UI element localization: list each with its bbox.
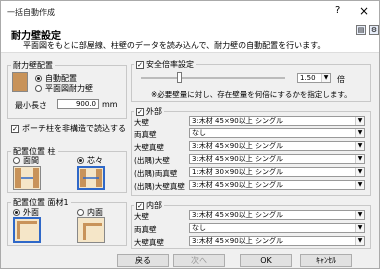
- porch-checkbox[interactable]: ✓ ポーチ柱を非構造で読込する: [11, 123, 126, 134]
- interior-row-label: 大壁真壁: [134, 238, 164, 247]
- face-diagram-icon: [83, 223, 102, 240]
- interior-select[interactable]: 3:木材 45×90以上 シングル ▼: [189, 236, 365, 246]
- radio-indicator[interactable]: [13, 157, 20, 164]
- outer-face-image: [13, 217, 41, 243]
- face-between-image: [13, 166, 41, 190]
- exterior-row-label: (出隅)両真壁: [134, 169, 178, 178]
- next-button[interactable]: 次へ: [173, 254, 225, 267]
- chevron-down-icon[interactable]: ▼: [355, 224, 364, 232]
- interior-select[interactable]: 3:木材 45×90以上 シングル ▼: [189, 210, 365, 220]
- title-bar: 一括自動作成 ? ×: [1, 1, 379, 23]
- radio-indicator[interactable]: [13, 209, 20, 216]
- checkbox-indicator[interactable]: ✓: [136, 201, 144, 210]
- exterior-row-label: 大壁真壁: [134, 143, 164, 152]
- floorplan-wall-radio[interactable]: 平面図耐力壁: [35, 83, 93, 94]
- safety-note: ※必要壁量に対し、存在壁量を何倍にするかを指定します。: [151, 90, 352, 99]
- safety-unit: 倍: [337, 75, 345, 84]
- exterior-row-label: (出隅)大壁真壁: [134, 182, 185, 191]
- chevron-down-icon[interactable]: ▼: [355, 237, 364, 245]
- close-icon[interactable]: ×: [359, 4, 369, 18]
- face-diagram-icon: [17, 221, 37, 239]
- chevron-down-icon[interactable]: ▼: [355, 181, 364, 189]
- checkbox-indicator[interactable]: ✓: [11, 124, 19, 133]
- exterior-row-label: 大壁: [134, 118, 149, 127]
- safety-checkbox[interactable]: ✓ 安全倍率設定: [134, 59, 196, 70]
- face-between-radio[interactable]: 面間: [13, 155, 39, 166]
- help-icon[interactable]: ?: [335, 5, 340, 16]
- chevron-down-icon[interactable]: ▼: [355, 142, 364, 150]
- min-length-input[interactable]: 900.0: [57, 99, 99, 109]
- exterior-select[interactable]: 3:木材 45×90以上 シングル ▼: [189, 180, 365, 190]
- safety-value-select[interactable]: 1.50 ▼: [297, 73, 331, 83]
- interior-checkbox[interactable]: ✓ 内部: [134, 200, 164, 211]
- exterior-select[interactable]: なし ▼: [189, 128, 365, 138]
- gear-icon[interactable]: ⚙: [369, 25, 379, 35]
- chevron-down-icon[interactable]: ▼: [321, 74, 330, 82]
- cancel-button[interactable]: ｷｬﾝｾﾙ: [300, 254, 352, 267]
- checkbox-indicator[interactable]: ✓: [136, 107, 144, 116]
- dialog-window: 一括自動作成 ? × 耐力壁設定 平面図をもとに部屋線、柱壁のデータを読み込んで…: [0, 0, 380, 269]
- safety-slider-thumb[interactable]: [177, 72, 182, 83]
- chevron-down-icon[interactable]: ▼: [355, 155, 364, 163]
- core-to-core-image: [77, 166, 105, 190]
- exterior-row-label: 両真壁: [134, 130, 157, 139]
- core-to-core-radio[interactable]: 芯々: [77, 155, 103, 166]
- exterior-select[interactable]: 1:木材 30×90以上 シングル ▼: [189, 167, 365, 177]
- checkbox-indicator[interactable]: ✓: [136, 60, 144, 69]
- radio-indicator[interactable]: [77, 157, 84, 164]
- interior-row-label: 大壁: [134, 212, 149, 221]
- page-description: 平面図をもとに部屋線、柱壁のデータを読み込んで、耐力壁の自動配置を行います。: [23, 41, 326, 50]
- window-title: 一括自動作成: [7, 8, 55, 17]
- dialog-header: 耐力壁設定 平面図をもとに部屋線、柱壁のデータを読み込んで、耐力壁の自動配置を行…: [1, 23, 379, 53]
- radio-indicator[interactable]: [35, 75, 42, 82]
- back-button[interactable]: 戻る: [117, 254, 169, 267]
- exterior-checkbox[interactable]: ✓ 外部: [134, 106, 164, 117]
- chevron-down-icon[interactable]: ▼: [355, 129, 364, 137]
- chevron-down-icon[interactable]: ▼: [355, 168, 364, 176]
- exterior-row-label: (出隅)大壁: [134, 156, 170, 165]
- inner-face-image: [77, 217, 105, 243]
- header-icons: ▤ ⚙: [356, 25, 379, 35]
- min-length-unit: mm: [102, 100, 118, 109]
- column-diagram-icon: [15, 168, 39, 188]
- wall-placement-legend: 耐力壁配置: [11, 60, 55, 71]
- interior-select[interactable]: なし ▼: [189, 223, 365, 233]
- radio-indicator[interactable]: [35, 85, 42, 92]
- chevron-down-icon[interactable]: ▼: [355, 117, 364, 125]
- ok-button[interactable]: OK: [240, 254, 292, 267]
- radio-indicator[interactable]: [77, 209, 84, 216]
- column-diagram-icon: [80, 169, 102, 187]
- exterior-select[interactable]: 3:木材 45×90以上 シングル ▼: [189, 116, 365, 126]
- safety-slider-track[interactable]: [141, 77, 285, 79]
- exterior-select[interactable]: 3:木材 45×90以上 シングル ▼: [189, 154, 365, 164]
- chevron-down-icon[interactable]: ▼: [355, 211, 364, 219]
- document-icon[interactable]: ▤: [356, 25, 366, 35]
- min-length-label: 最小長さ: [15, 101, 47, 110]
- exterior-select[interactable]: 3:木材 45×90以上 シングル ▼: [189, 141, 365, 151]
- wall-placement-image: [12, 72, 28, 92]
- interior-row-label: 両真壁: [134, 225, 157, 234]
